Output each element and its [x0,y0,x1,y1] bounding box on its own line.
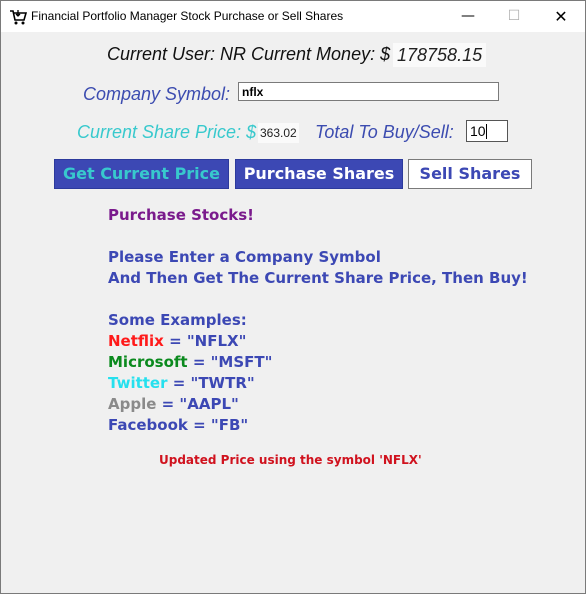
window-title: Financial Portfolio Manager Stock Purcha… [31,9,344,23]
example-code: = "TWTR" [167,374,255,392]
close-button[interactable]: ✕ [538,1,584,32]
example-code: = "AAPL" [156,395,239,413]
minimize-button[interactable]: — [445,1,491,32]
example-name: Apple [108,395,157,413]
current-user-label: Current User: NR Current Money: $ [107,44,391,64]
example-code: = "FB" [187,416,249,434]
example-code: = "MSFT" [187,353,273,371]
maximize-button[interactable]: ☐ [491,1,537,32]
current-share-price-value: 363.02 [258,123,299,143]
instructions-heading: Purchase Stocks! [108,206,255,224]
total-value: 10 [470,123,486,139]
text-cursor [485,124,487,139]
example-apple: Apple = "AAPL" [108,395,239,413]
total-to-buy-sell-label: Total To Buy/Sell: [315,122,454,142]
example-twitter: Twitter = "TWTR" [108,374,255,392]
examples-heading: Some Examples: [108,311,247,329]
shopping-cart-icon [10,10,27,25]
example-name: Microsoft [108,353,188,371]
get-current-price-button[interactable]: Get Current Price [54,159,229,189]
example-name: Netflix [108,332,164,350]
example-name: Twitter [108,374,168,392]
company-symbol-input[interactable]: nflx [238,82,499,101]
title-bar[interactable]: Financial Portfolio Manager Stock Purcha… [1,1,585,32]
app-window: Financial Portfolio Manager Stock Purcha… [0,0,586,594]
purchase-shares-button[interactable]: Purchase Shares [235,159,403,189]
instructions-line-1: Please Enter a Company Symbol [108,248,381,266]
example-code: = "NFLX" [163,332,247,350]
company-symbol-label: Company Symbol: [83,84,231,104]
example-facebook: Facebook = "FB" [108,416,248,434]
status-message: Updated Price using the symbol 'NFLX' [159,453,422,467]
current-money-value: 178758.15 [393,43,487,67]
current-share-price-label: Current Share Price: $ [77,122,257,142]
sell-shares-button[interactable]: Sell Shares [408,159,532,189]
instructions-line-2: And Then Get The Current Share Price, Th… [108,269,528,287]
total-to-buy-sell-input[interactable]: 10 [466,120,508,142]
example-netflix: Netflix = "NFLX" [108,332,246,350]
example-name: Facebook [108,416,188,434]
example-microsoft: Microsoft = "MSFT" [108,353,272,371]
